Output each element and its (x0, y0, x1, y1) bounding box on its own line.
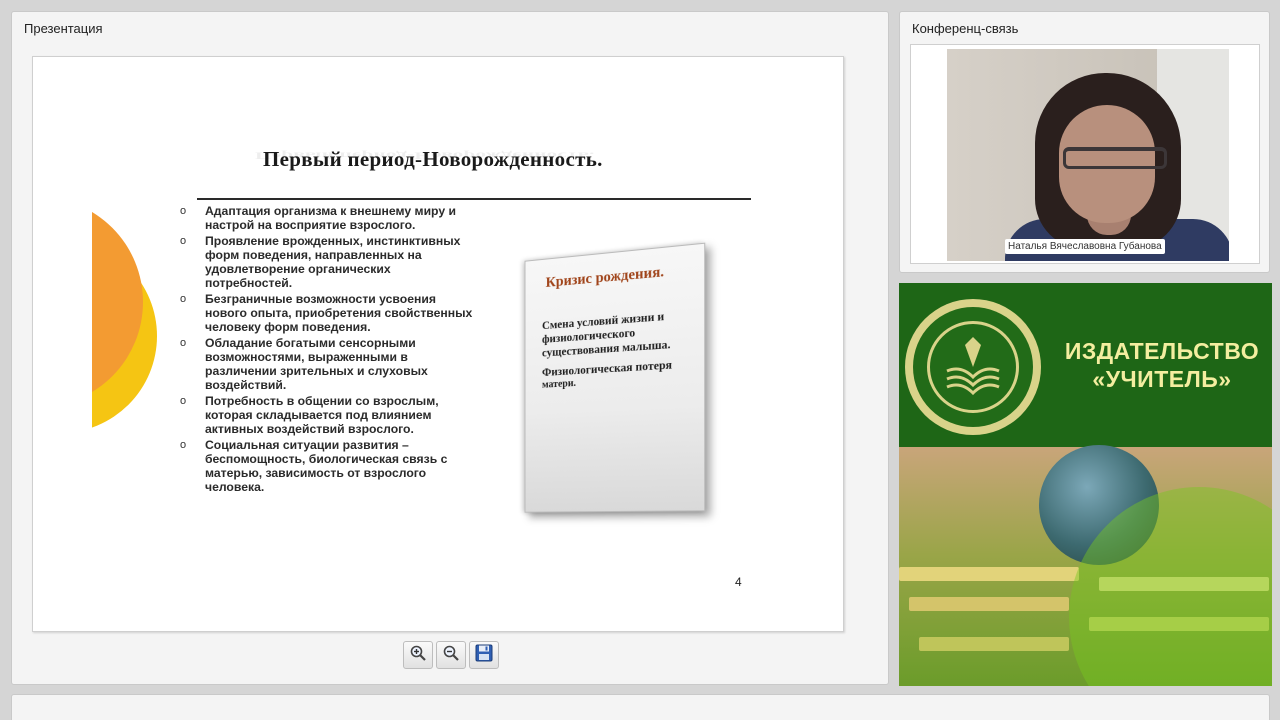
publisher-logo-inner (913, 307, 1033, 427)
book-stack (899, 567, 1079, 581)
bullet-item: o Проявление врожденных, инстинктивных фо… (179, 234, 479, 290)
callout-title: Кризис рождения. (545, 264, 665, 291)
zoom-in-button[interactable] (403, 641, 433, 669)
presentation-panel: Презентация Первый период-Новорожденност… (11, 11, 889, 685)
book-stack (919, 637, 1069, 651)
bullet-item: o Потребность в общении со взрослым, кото… (179, 394, 479, 436)
video-person-glasses (1063, 147, 1167, 169)
save-button[interactable] (469, 641, 499, 669)
slide-title: Первый период-Новорожденность. (263, 147, 603, 171)
slide: Первый период-Новорожденность. Первый пе… (32, 56, 844, 632)
webcam-video[interactable]: Наталья Вячеславовна Губанова (947, 49, 1229, 261)
bullet-item: o Обладание богатыми сенсорными возможнос… (179, 336, 479, 392)
slide-page-number: 4 (735, 575, 742, 589)
publisher-logo (905, 299, 1041, 435)
publisher-name-line-2: «УЧИТЕЛЬ» (1092, 366, 1232, 392)
callout-text-1: Смена условий жизни и физиологического с… (541, 308, 671, 360)
title-divider (197, 198, 751, 200)
bullet-marker: o (180, 439, 187, 451)
callout-body: Смена условий жизни и физиологического с… (542, 306, 698, 398)
bullet-item: o Безграничные возможности усвоения новог… (179, 292, 479, 334)
floppy-disk-icon (474, 643, 494, 668)
bullet-marker: o (180, 235, 187, 247)
bullet-text: Проявление врожденных, инстинктивных фор… (205, 234, 461, 290)
publisher-books-image (899, 445, 1272, 686)
conference-panel: Конференц-связь Наталья Вячеславовна Губ… (899, 11, 1270, 273)
bullet-marker: o (180, 293, 187, 305)
callout-card: Кризис рождения. Смена условий жизни и ф… (524, 242, 706, 513)
zoom-out-button[interactable] (436, 641, 466, 669)
zoom-out-icon (442, 644, 460, 667)
bullet-text: Потребность в общении со взрослым, котор… (205, 394, 439, 436)
presentation-panel-title: Презентация (24, 21, 103, 36)
bullet-item: o Адаптация организма к внешнему миру и н… (179, 204, 479, 232)
conference-panel-title: Конференц-связь (912, 21, 1019, 36)
bullet-marker: o (180, 205, 187, 217)
slide-bullet-list: o Адаптация организма к внешнему миру и н… (179, 204, 479, 496)
slide-decor-mask (33, 57, 92, 631)
participant-name-label: Наталья Вячеславовна Губанова (1005, 239, 1165, 254)
bullet-marker: o (180, 337, 187, 349)
bottom-panel (11, 694, 1270, 720)
bullet-marker: o (180, 395, 187, 407)
zoom-in-icon (409, 644, 427, 667)
open-book-icon (946, 337, 1000, 396)
slide-toolbar (403, 641, 499, 669)
bullet-text: Социальная ситуации развития – беспомощн… (205, 438, 448, 494)
bullet-item: o Социальная ситуации развития – беспомощ… (179, 438, 479, 494)
bullet-text: Обладание богатыми сенсорными возможност… (205, 336, 428, 392)
book-stack (909, 597, 1069, 611)
publisher-header: ИЗДАТЕЛЬСТВО «УЧИТЕЛЬ» (899, 283, 1272, 447)
bullet-text: Адаптация организма к внешнему миру и на… (205, 204, 456, 232)
publisher-banner: ИЗДАТЕЛЬСТВО «УЧИТЕЛЬ» (899, 283, 1272, 686)
publisher-name-line-1: ИЗДАТЕЛЬСТВО (1064, 338, 1260, 364)
publisher-name: ИЗДАТЕЛЬСТВО «УЧИТЕЛЬ» (1057, 337, 1267, 393)
bullet-text: Безграничные возможности усвоения нового… (205, 292, 473, 334)
video-frame: Наталья Вячеславовна Губанова (910, 44, 1260, 264)
